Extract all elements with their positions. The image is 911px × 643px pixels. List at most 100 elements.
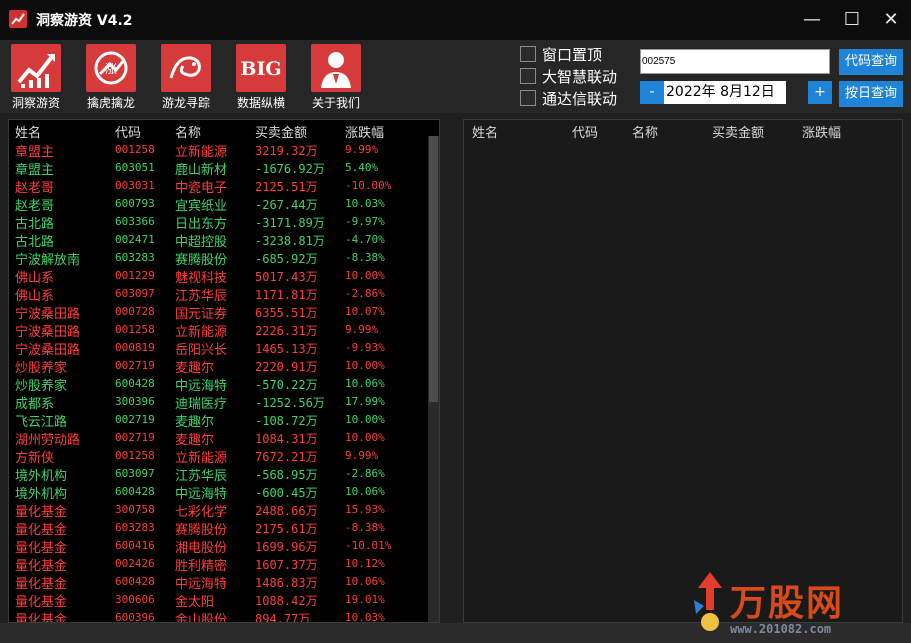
column-header-name[interactable]: 姓名 (472, 122, 498, 141)
table-row[interactable]: 成都系 300396 迪瑞医疗 -1252.56万 17.99% (9, 392, 427, 412)
row-change: 10.03% (345, 197, 385, 210)
dzh-link-checkbox[interactable]: 大智慧联动 (520, 66, 640, 86)
column-header-amount[interactable]: 买卖金额 (255, 122, 307, 141)
table-row[interactable]: 赵老哥 003031 中瓷电子 2125.51万 -10.00% (9, 176, 427, 196)
row-code: 600396 (115, 611, 155, 623)
table-row[interactable]: 古北路 002471 中超控股 -3238.81万 -4.70% (9, 230, 427, 250)
minimize-button[interactable]: — (792, 0, 832, 40)
row-change: 10.00% (345, 269, 385, 282)
row-code: 300606 (115, 593, 155, 606)
maximize-button[interactable]: ☐ (832, 0, 872, 40)
table-row[interactable]: 量化基金 600416 湘电股份 1699.96万 -10.01% (9, 536, 427, 556)
row-code: 000728 (115, 305, 155, 318)
table-row[interactable]: 量化基金 002426 胜利精密 1607.37万 10.12% (9, 554, 427, 574)
date-increment-button[interactable]: + (808, 81, 832, 104)
row-change: 10.06% (345, 485, 385, 498)
row-code: 600416 (115, 539, 155, 552)
svg-text:涨: 涨 (105, 61, 117, 76)
table-row[interactable]: 宁波桑田路 000728 国元证券 6355.51万 10.07% (9, 302, 427, 322)
table-row[interactable]: 章盟主 603051 鹿山新材 -1676.92万 5.40% (9, 158, 427, 178)
toolbar-item-label: 洞察游资 (11, 96, 60, 110)
row-amount: 1607.37万 (255, 558, 318, 572)
row-code: 001258 (115, 323, 155, 336)
checkbox-box[interactable] (520, 46, 536, 62)
row-change: 9.99% (345, 449, 379, 462)
table-row[interactable]: 量化基金 300758 七彩化学 2488.66万 15.93% (9, 500, 427, 520)
row-change: 10.06% (345, 575, 385, 588)
column-header-amount[interactable]: 买卖金额 (712, 122, 764, 141)
table-row[interactable]: 古北路 603366 日出东方 -3171.89万 -9.97% (9, 212, 427, 232)
checkbox-label: 通达信联动 (542, 90, 618, 108)
row-code: 600428 (115, 485, 155, 498)
column-header-change[interactable]: 涨跌幅 (345, 122, 384, 141)
toolbar-item-tiger[interactable]: 涨 擒虎擒龙 (84, 44, 138, 110)
row-code: 300758 (115, 503, 155, 516)
table-row[interactable]: 境外机构 603097 江苏华辰 -568.95万 -2.86% (9, 464, 427, 484)
row-amount: 6355.51万 (255, 306, 318, 320)
table-row[interactable]: 宁波解放南 603283 赛腾股份 -685.92万 -8.38% (9, 248, 427, 268)
big-data-icon: BIG (236, 44, 286, 92)
table-row[interactable]: 佛山系 001229 魅视科技 5017.43万 10.00% (9, 266, 427, 286)
table-row[interactable]: 方新侠 001258 立新能源 7672.21万 9.99% (9, 446, 427, 466)
code-query-button[interactable]: 代码查询 (839, 49, 903, 75)
app-logo-icon (9, 10, 27, 28)
column-header-code[interactable]: 代码 (115, 122, 141, 141)
table-row[interactable]: 炒股养家 600428 中远海特 -570.22万 10.06% (9, 374, 427, 394)
results-table-left: 姓名 代码 名称 买卖金额 涨跌幅 章盟主 001258 立新能源 3219.32万 9… (8, 119, 440, 623)
table-row[interactable]: 湖州劳动路 002719 麦趣尔 1084.31万 10.00% (9, 428, 427, 448)
table-row[interactable]: 佛山系 603097 江苏华辰 1171.81万 -2.86% (9, 284, 427, 304)
column-header-stock[interactable]: 名称 (175, 122, 201, 141)
table-row[interactable]: 宁波桑田路 001258 立新能源 2226.31万 9.99% (9, 320, 427, 340)
table-row[interactable]: 量化基金 300606 金太阳 1088.42万 19.01% (9, 590, 427, 610)
row-change: 9.99% (345, 143, 379, 156)
vertical-scrollbar[interactable] (428, 136, 439, 622)
scrollbar-thumb[interactable] (429, 136, 438, 402)
svg-text:BIG: BIG (240, 58, 281, 80)
row-amount: 2175.61万 (255, 522, 318, 536)
column-header-name[interactable]: 姓名 (15, 122, 41, 141)
row-amount: 1171.81万 (255, 288, 318, 302)
toolbar-item-insight[interactable]: 洞察游资 (9, 44, 63, 110)
table-row[interactable]: 量化基金 600428 中远海特 1486.83万 10.06% (9, 572, 427, 592)
toolbar-item-dragon[interactable]: 游龙寻踪 (159, 44, 213, 110)
row-change: 10.03% (345, 611, 385, 623)
table-row[interactable]: 量化基金 603283 赛腾股份 2175.61万 -8.38% (9, 518, 427, 538)
pin-window-checkbox[interactable]: 窗口置顶 (520, 44, 640, 64)
checkbox-label: 大智慧联动 (542, 68, 618, 86)
column-header-code[interactable]: 代码 (572, 122, 598, 141)
title-bar: 洞察游资 V4.2 — ☐ ✕ (0, 0, 911, 40)
close-button[interactable]: ✕ (871, 0, 911, 40)
row-change: 10.00% (345, 431, 385, 444)
date-query-button[interactable]: 按日查询 (839, 81, 903, 107)
toolbar-item-bigdata[interactable]: BIG 数据纵横 (234, 44, 288, 110)
checkbox-box[interactable] (520, 90, 536, 106)
row-amount: 5017.43万 (255, 270, 318, 284)
row-amount: -600.45万 (255, 486, 318, 500)
watermark-brand: 万股网 (730, 583, 845, 624)
tdx-link-checkbox[interactable]: 通达信联动 (520, 88, 640, 108)
row-amount: -3238.81万 (255, 234, 325, 248)
table-row[interactable]: 炒股养家 002719 麦趣尔 2220.91万 10.00% (9, 356, 427, 376)
toolbar-item-about[interactable]: 关于我们 (309, 44, 363, 110)
row-change: 10.00% (345, 359, 385, 372)
column-header-change[interactable]: 涨跌幅 (802, 122, 841, 141)
row-code: 603283 (115, 521, 155, 534)
table-row[interactable]: 宁波桑田路 000819 岳阳兴长 1465.13万 -9.93% (9, 338, 427, 358)
checkbox-box[interactable] (520, 68, 536, 84)
stock-code-input[interactable]: 002575 (640, 49, 830, 74)
tiger-icon: 涨 (86, 44, 136, 92)
table-row[interactable]: 量化基金 600396 金山股份 894.77万 10.03% (9, 608, 427, 623)
table-row[interactable]: 飞云江路 002719 麦趣尔 -108.72万 10.00% (9, 410, 427, 430)
row-amount: 894.77万 (255, 612, 311, 623)
column-header-stock[interactable]: 名称 (632, 122, 658, 141)
row-code: 002719 (115, 413, 155, 426)
row-amount: -108.72万 (255, 414, 318, 428)
date-decrement-button[interactable]: - (640, 81, 664, 104)
table-row[interactable]: 境外机构 600428 中远海特 -600.45万 10.06% (9, 482, 427, 502)
table-row[interactable]: 赵老哥 600793 宜宾纸业 -267.44万 10.03% (9, 194, 427, 214)
date-field[interactable]: 2022年 8月12日 (664, 81, 786, 104)
table-row[interactable]: 章盟主 001258 立新能源 3219.32万 9.99% (9, 140, 427, 160)
row-change: -8.38% (345, 251, 385, 264)
row-code: 002471 (115, 233, 155, 246)
row-amount: -267.44万 (255, 198, 318, 212)
